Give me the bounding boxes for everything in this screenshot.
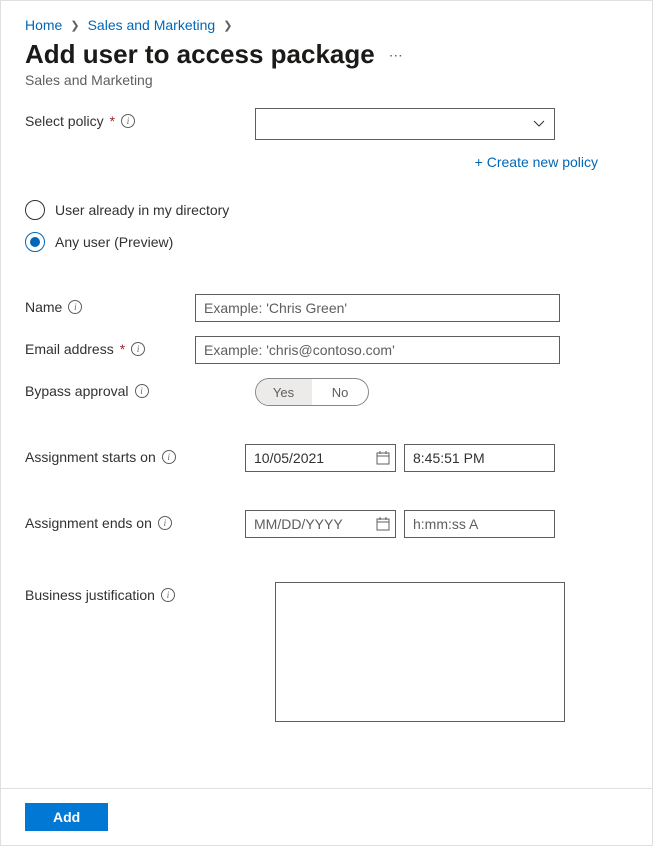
info-icon[interactable]: i [161, 588, 175, 602]
breadcrumb-sales[interactable]: Sales and Marketing [88, 17, 216, 33]
info-icon[interactable]: i [135, 384, 149, 398]
radio-unchecked-icon [25, 200, 45, 220]
toggle-no[interactable]: No [312, 379, 368, 405]
bypass-label: Bypass approval [25, 383, 129, 399]
bypass-approval-toggle[interactable]: Yes No [255, 378, 369, 406]
justification-label: Business justification [25, 587, 155, 603]
radio-checked-icon [25, 232, 45, 252]
chevron-right-icon: ❯ [223, 19, 232, 32]
required-star: * [120, 341, 125, 357]
info-icon[interactable]: i [158, 516, 172, 530]
info-icon[interactable]: i [162, 450, 176, 464]
justification-textarea[interactable] [275, 582, 565, 722]
footer: Add [1, 788, 652, 845]
ends-date-input[interactable] [245, 510, 396, 538]
radio-user-in-directory[interactable]: User already in my directory [25, 200, 628, 220]
chevron-right-icon: ❯ [70, 19, 79, 32]
breadcrumb: Home ❯ Sales and Marketing ❯ [25, 17, 628, 33]
ends-time-input[interactable] [404, 510, 555, 538]
calendar-icon[interactable] [376, 451, 390, 465]
page-title: Add user to access package [25, 39, 375, 70]
ends-on-label: Assignment ends on [25, 515, 152, 531]
name-label: Name [25, 299, 62, 315]
select-policy-dropdown[interactable] [255, 108, 555, 140]
radio-label-directory: User already in my directory [55, 202, 229, 218]
name-input[interactable] [195, 294, 560, 322]
info-icon[interactable]: i [68, 300, 82, 314]
starts-date-input[interactable] [245, 444, 396, 472]
starts-on-label: Assignment starts on [25, 449, 156, 465]
more-options-icon[interactable]: ⋯ [389, 47, 404, 64]
email-label: Email address [25, 341, 114, 357]
email-input[interactable] [195, 336, 560, 364]
required-star: * [110, 113, 115, 129]
select-policy-label: Select policy [25, 113, 104, 129]
calendar-icon[interactable] [376, 517, 390, 531]
add-button[interactable]: Add [25, 803, 108, 831]
toggle-yes[interactable]: Yes [256, 379, 312, 405]
info-icon[interactable]: i [121, 114, 135, 128]
starts-time-input[interactable] [404, 444, 555, 472]
radio-label-any-user: Any user (Preview) [55, 234, 173, 250]
create-new-policy-link[interactable]: + Create new policy [475, 154, 598, 170]
radio-any-user[interactable]: Any user (Preview) [25, 232, 628, 252]
breadcrumb-home[interactable]: Home [25, 17, 62, 33]
info-icon[interactable]: i [131, 342, 145, 356]
page-subtitle: Sales and Marketing [25, 72, 628, 88]
